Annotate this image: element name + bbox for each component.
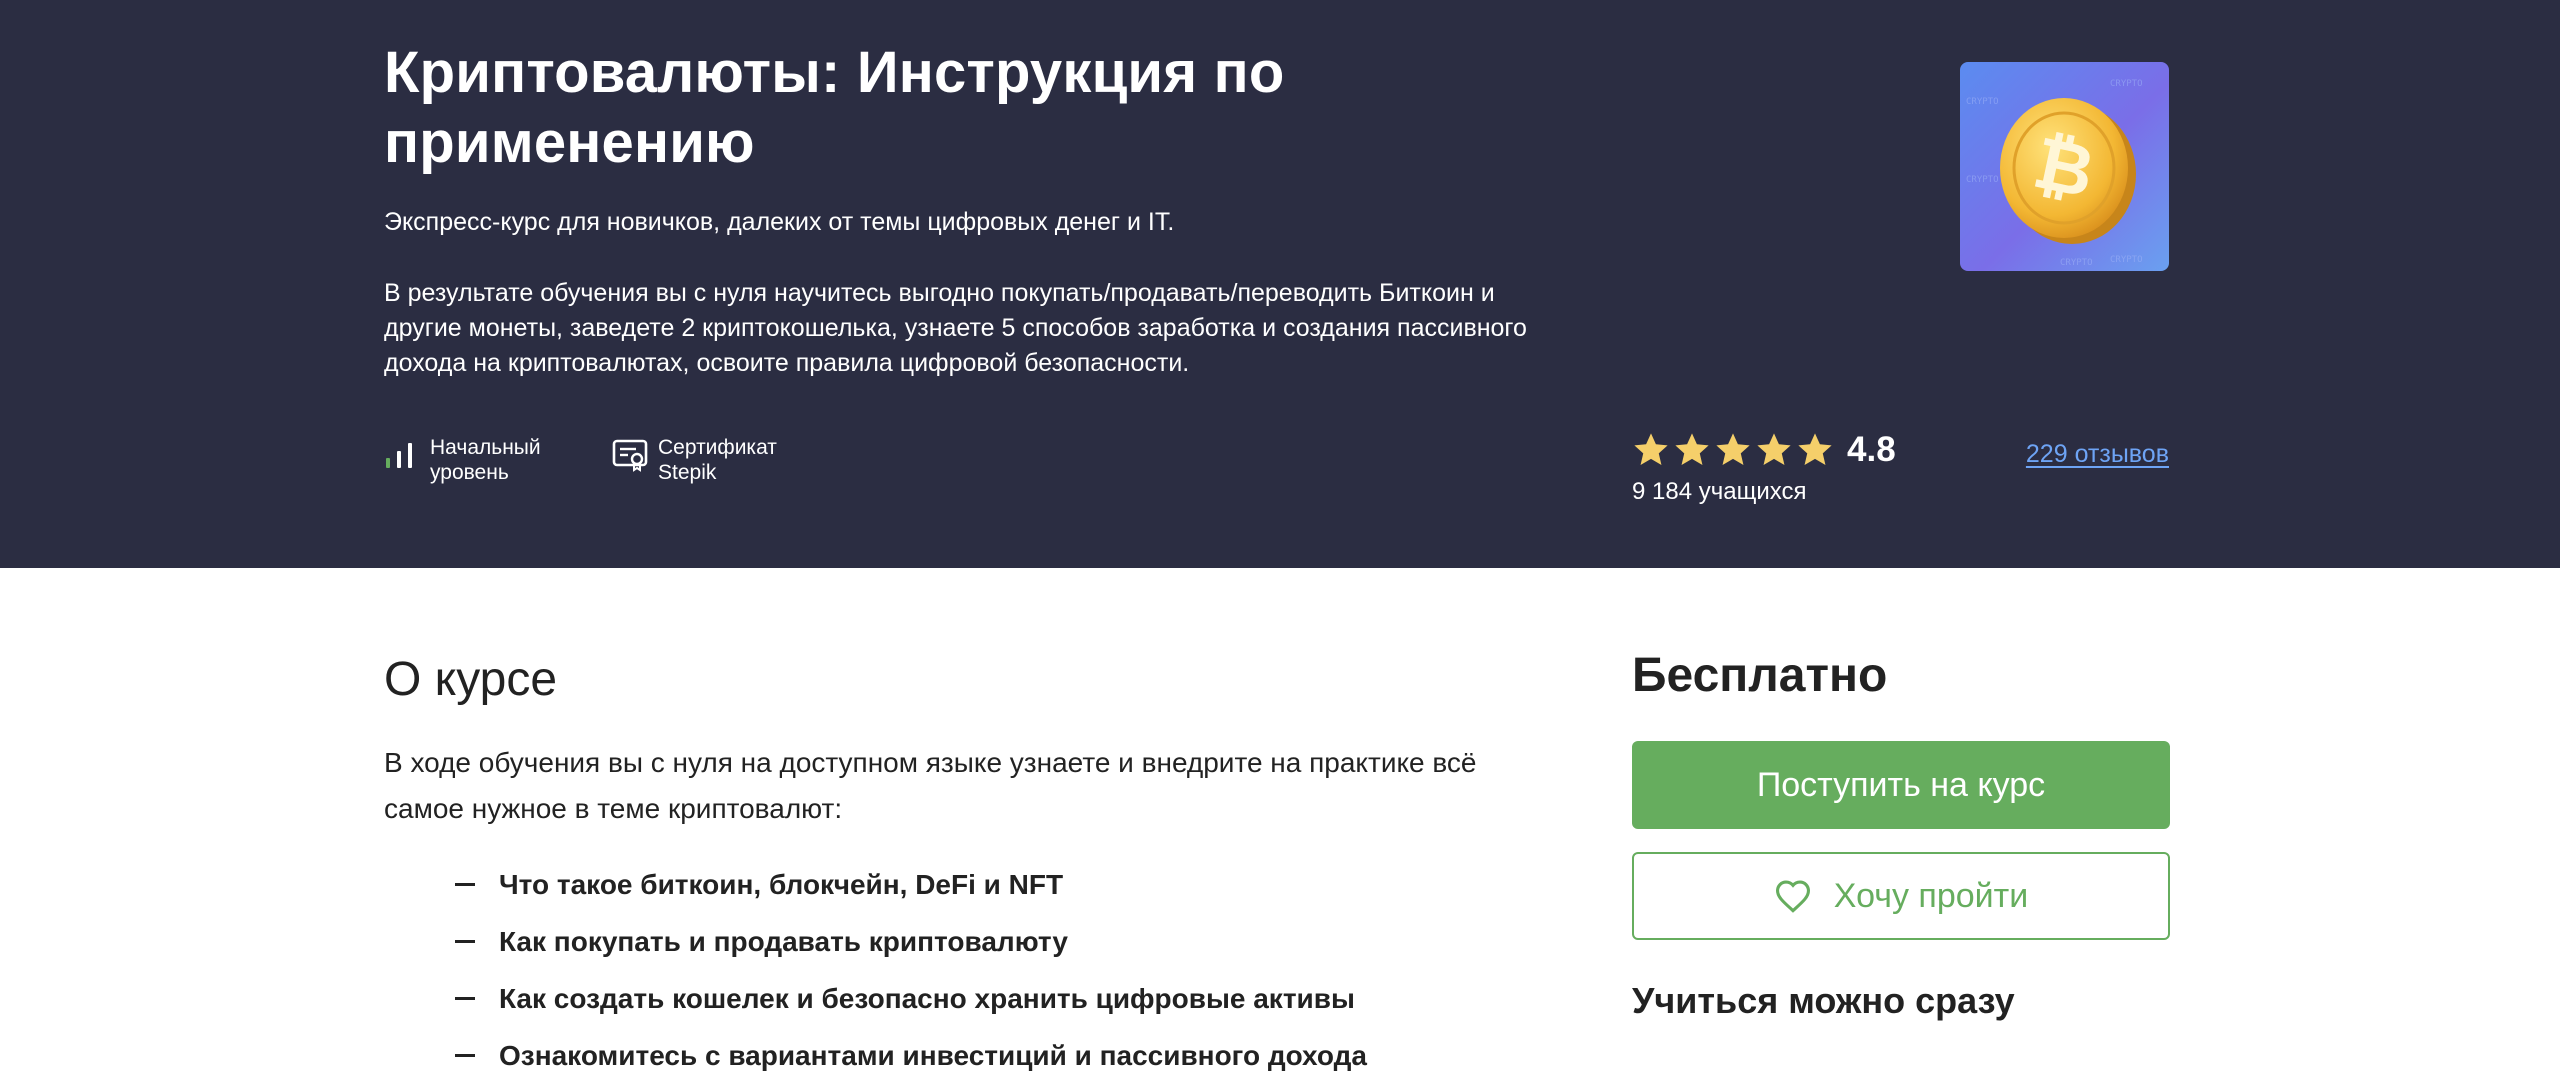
- certificate-info: Сертификат Stepik: [612, 435, 777, 485]
- level-info: Начальный уровень: [384, 435, 541, 485]
- about-heading: О курсе: [384, 653, 558, 706]
- level-label-line2: уровень: [430, 461, 509, 484]
- about-intro: В ходе обучения вы с нуля на доступном я…: [384, 747, 1477, 824]
- start-now-heading: Учиться можно сразу: [1632, 980, 2015, 1021]
- dash-bullet: [455, 940, 475, 943]
- star-icon: [1675, 433, 1709, 466]
- students-count: 9 184 учащихся: [1632, 478, 1807, 505]
- star-icon: [1634, 433, 1668, 466]
- course-summary: Экспресс-курс для новичков, далеких от т…: [384, 208, 1175, 236]
- dash-bullet: [455, 1054, 475, 1057]
- rating-value: 4.8: [1847, 430, 1896, 469]
- star-icon: [1798, 433, 1832, 466]
- reviews-link[interactable]: 229 отзывов: [2026, 440, 2169, 469]
- certificate-label-line2: Stepik: [658, 461, 717, 484]
- dash-bullet: [455, 883, 475, 886]
- topics-list: Что такое биткоин, блокчейн, DeFi и NFT …: [455, 856, 1367, 1083]
- topic-text: Ознакомитесь с вариантами инвестиций и п…: [499, 1039, 1367, 1071]
- heart-icon: [1775, 880, 1810, 913]
- course-title: Криптовалюты: Инструкция по применению: [384, 40, 1285, 175]
- cover-watermark: CRYPTO: [2110, 255, 2143, 265]
- star-icon: [1757, 433, 1791, 466]
- level-bars-icon: [384, 435, 420, 475]
- price-label: Бесплатно: [1632, 649, 1888, 702]
- topic-text: Как покупать и продавать криптовалюту: [499, 925, 1068, 957]
- course-description: В результате обучения вы с нуля научитес…: [384, 279, 1527, 377]
- rating-block: 4.8 9 184 учащихся: [1632, 430, 1896, 506]
- bitcoin-coin-image: CRYPTO CRYPTO CRYPTO CRYPTO CRYPTO ₿: [1960, 62, 2169, 271]
- star-icon: [1716, 433, 1750, 466]
- cover-watermark: CRYPTO: [1966, 97, 1999, 107]
- course-hero: Криптовалюты: Инструкция по применению Э…: [0, 0, 2560, 568]
- cover-watermark: CRYPTO: [1966, 175, 1999, 185]
- list-item: Ознакомитесь с вариантами инвестиций и п…: [455, 1027, 1367, 1083]
- wishlist-label: Хочу пройти: [1833, 876, 2029, 915]
- wishlist-button[interactable]: Хочу пройти: [1632, 852, 2170, 940]
- enroll-button[interactable]: Поступить на курс: [1632, 741, 2170, 829]
- list-item: Что такое биткоин, блокчейн, DeFi и NFT: [455, 856, 1367, 913]
- topic-text: Что такое биткоин, блокчейн, DeFi и NFT: [499, 868, 1064, 900]
- list-item: Как создать кошелек и безопасно хранить …: [455, 970, 1367, 1027]
- list-item: Как покупать и продавать криптовалюту: [455, 913, 1367, 970]
- certificate-icon: [612, 435, 648, 475]
- level-label-line1: Начальный: [430, 436, 541, 459]
- cover-watermark: CRYPTO: [2110, 79, 2143, 89]
- dash-bullet: [455, 997, 475, 1000]
- certificate-label-line1: Сертификат: [658, 436, 777, 459]
- topic-text: Как создать кошелек и безопасно хранить …: [499, 982, 1355, 1014]
- cover-watermark: CRYPTO: [2060, 258, 2093, 268]
- course-cover-image: CRYPTO CRYPTO CRYPTO CRYPTO CRYPTO ₿: [1960, 62, 2169, 271]
